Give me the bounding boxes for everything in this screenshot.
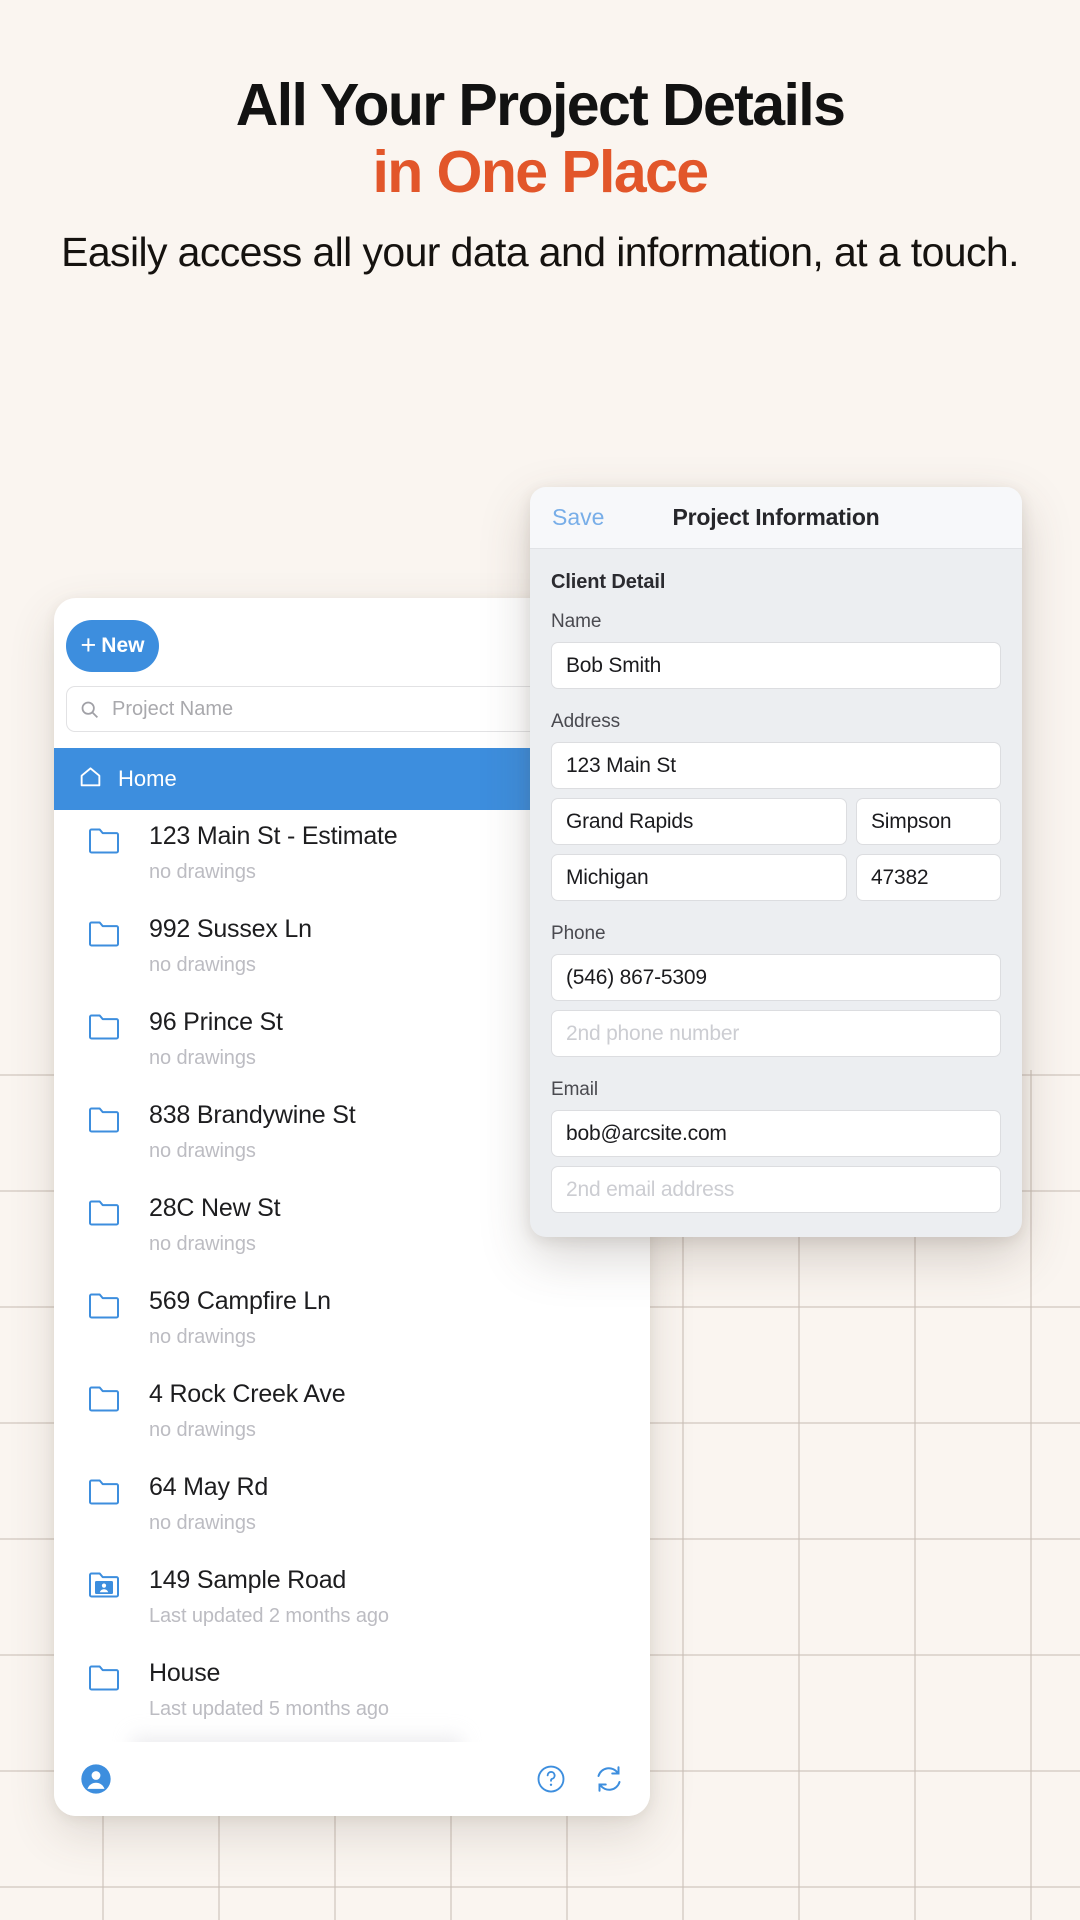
project-title: 4 Rock Creek Ave	[149, 1380, 346, 1408]
search-placeholder: Project Name	[112, 697, 234, 720]
folder-icon	[88, 1664, 120, 1691]
folder-icon	[88, 1478, 120, 1505]
page-title-line-1: All Your Project Details	[235, 72, 846, 138]
project-title: House	[149, 1659, 221, 1687]
sidebar-item-home-label: Home	[118, 766, 177, 791]
folder-icon	[88, 1199, 120, 1226]
project-list-item[interactable]: 64 May Rd no drawings	[54, 1465, 650, 1558]
project-title: 64 May Rd	[149, 1473, 269, 1501]
home-icon	[78, 764, 103, 794]
label-email: Email	[551, 1079, 599, 1100]
page-title-line-2: in One Place	[372, 139, 710, 206]
label-name: Name	[551, 611, 602, 632]
folder-icon	[88, 1292, 120, 1319]
zip-field[interactable]: 47382	[856, 854, 1001, 901]
label-address: Address	[551, 711, 621, 732]
section-title-client-detail: Client Detail	[551, 571, 666, 593]
help-circle-icon[interactable]	[536, 1764, 566, 1794]
project-subtitle: no drawings	[149, 1326, 256, 1348]
account-circle-icon[interactable]	[80, 1763, 112, 1795]
project-subtitle: no drawings	[149, 1419, 256, 1441]
name-field[interactable]: Bob Smith	[551, 642, 1001, 689]
project-title: 569 Campfire Ln	[149, 1287, 331, 1315]
sync-refresh-icon[interactable]	[594, 1764, 624, 1794]
phone-field-2[interactable]: 2nd phone number	[551, 1010, 1001, 1057]
project-title: 149 Sample Road	[149, 1566, 347, 1594]
folder-icon	[88, 1106, 120, 1133]
info-panel-body: Client Detail Name Bob Smith Address 123…	[530, 549, 1022, 1213]
label-phone: Phone	[551, 923, 606, 944]
phone-field-1[interactable]: (546) 867-5309	[551, 954, 1001, 1001]
email-field-2[interactable]: 2nd email address	[551, 1166, 1001, 1213]
project-subtitle: Last updated 2 months ago	[149, 1605, 389, 1627]
folder-icon	[88, 1385, 120, 1412]
state-zip-row: Michigan 47382	[551, 854, 1001, 901]
save-button[interactable]: Save	[552, 504, 604, 531]
folder-shared-icon	[88, 1571, 120, 1598]
panel-footer	[54, 1742, 650, 1816]
folder-icon	[88, 827, 120, 854]
project-list-item[interactable]: 4 Rock Creek Ave no drawings	[54, 1372, 650, 1465]
email-field-1[interactable]: bob@arcsite.com	[551, 1110, 1001, 1157]
folder-icon	[88, 1013, 120, 1040]
project-subtitle: Last updated 5 months ago	[149, 1698, 389, 1720]
project-list-item[interactable]: 149 Sample Road Last updated 2 months ago	[54, 1558, 650, 1651]
city-county-row: Grand Rapids Simpson	[551, 798, 1001, 845]
project-subtitle: no drawings	[149, 1512, 256, 1534]
plus-icon: +	[80, 629, 97, 660]
city-field[interactable]: Grand Rapids	[551, 798, 847, 845]
folder-icon	[88, 920, 120, 947]
info-panel-header: Save Project Information	[530, 487, 1022, 549]
new-project-button[interactable]: + New	[66, 620, 159, 672]
search-icon	[79, 699, 100, 720]
county-field[interactable]: Simpson	[856, 798, 1001, 845]
state-field[interactable]: Michigan	[551, 854, 847, 901]
project-information-panel: Save Project Information Client Detail N…	[530, 487, 1022, 1237]
new-button-label: New	[101, 634, 145, 657]
street-field[interactable]: 123 Main St	[551, 742, 1001, 789]
hero-section: All Your Project Details in One Place Ea…	[0, 0, 1080, 279]
page-subtitle: Easily access all your data and informat…	[61, 228, 1019, 275]
project-list-item[interactable]: 569 Campfire Ln no drawings	[54, 1279, 650, 1372]
